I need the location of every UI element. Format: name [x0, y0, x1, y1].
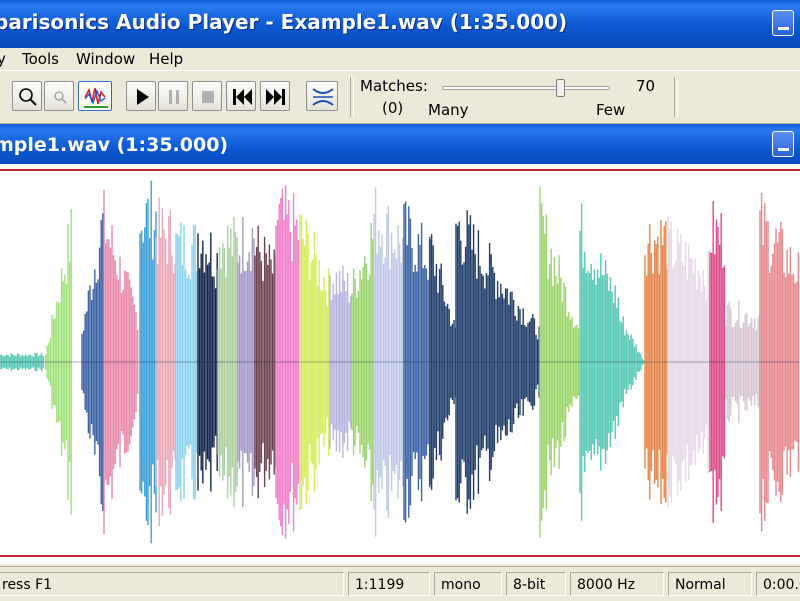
toolbar-separator: [674, 77, 678, 117]
magnifier-small-icon: [54, 91, 67, 104]
matches-slider-value: 70: [636, 77, 656, 95]
window-minimize-button[interactable]: [772, 10, 794, 36]
slider-min-label: Many: [428, 101, 469, 119]
waveform-view[interactable]: [0, 164, 800, 564]
skip-back-icon: [233, 89, 252, 105]
status-bits: 8-bit: [506, 572, 566, 596]
magnifier-icon: [19, 88, 37, 106]
status-hint: ress F1: [0, 572, 344, 596]
menu-item-tools[interactable]: Tools: [22, 48, 59, 70]
play-button[interactable]: [126, 81, 156, 111]
toolbar-separator: [350, 77, 354, 117]
window-title-bar[interactable]: parisonics Audio Player - Example1.wav (…: [0, 0, 800, 48]
waveform-canvas[interactable]: [0, 164, 800, 564]
status-time: 0:00.0: [756, 572, 800, 596]
document-minimize-button[interactable]: [772, 131, 794, 157]
matches-slider-thumb[interactable]: [555, 79, 565, 97]
color-wave-icon: [84, 87, 108, 108]
stop-button[interactable]: [192, 81, 222, 111]
status-sample-rate: 8000 Hz: [570, 572, 664, 596]
status-bar: ress F1 1:1199 mono 8-bit 8000 Hz Normal…: [0, 566, 800, 601]
toolbar: Matches: (0) 70 Many Few: [0, 70, 800, 124]
menu-bar: y Tools Window Help: [0, 48, 800, 70]
window-title: parisonics Audio Player - Example1.wav (…: [0, 10, 568, 34]
matches-slider-track[interactable]: [442, 86, 610, 90]
menu-item-view[interactable]: y: [0, 48, 6, 70]
stop-icon: [202, 91, 214, 103]
skip-forward-icon: [266, 89, 285, 105]
zoom-in-button[interactable]: [12, 81, 42, 111]
minimize-icon: [778, 27, 789, 30]
document-title-bar[interactable]: mple1.wav (1:35.000): [0, 124, 800, 164]
document-title: mple1.wav (1:35.000): [0, 134, 229, 156]
minimize-icon: [778, 148, 789, 151]
zoom-out-button[interactable]: [44, 81, 74, 111]
status-position: 1:1199: [348, 572, 430, 596]
status-mode: Normal: [668, 572, 752, 596]
play-icon: [137, 89, 149, 105]
menu-item-help[interactable]: Help: [149, 48, 183, 70]
find-matches-button[interactable]: [306, 81, 338, 111]
skip-back-button[interactable]: [226, 81, 256, 111]
pause-icon: [169, 90, 179, 104]
menu-item-window[interactable]: Window: [76, 48, 135, 70]
skip-forward-button[interactable]: [260, 81, 290, 111]
status-channels: mono: [434, 572, 502, 596]
slider-max-label: Few: [596, 101, 626, 119]
waveform-bottom-border: [0, 555, 800, 557]
pause-button[interactable]: [158, 81, 188, 111]
color-view-toggle[interactable]: [78, 81, 112, 111]
matches-count: (0): [382, 99, 404, 117]
matches-icon: [312, 88, 334, 106]
matches-label: Matches:: [360, 77, 428, 95]
